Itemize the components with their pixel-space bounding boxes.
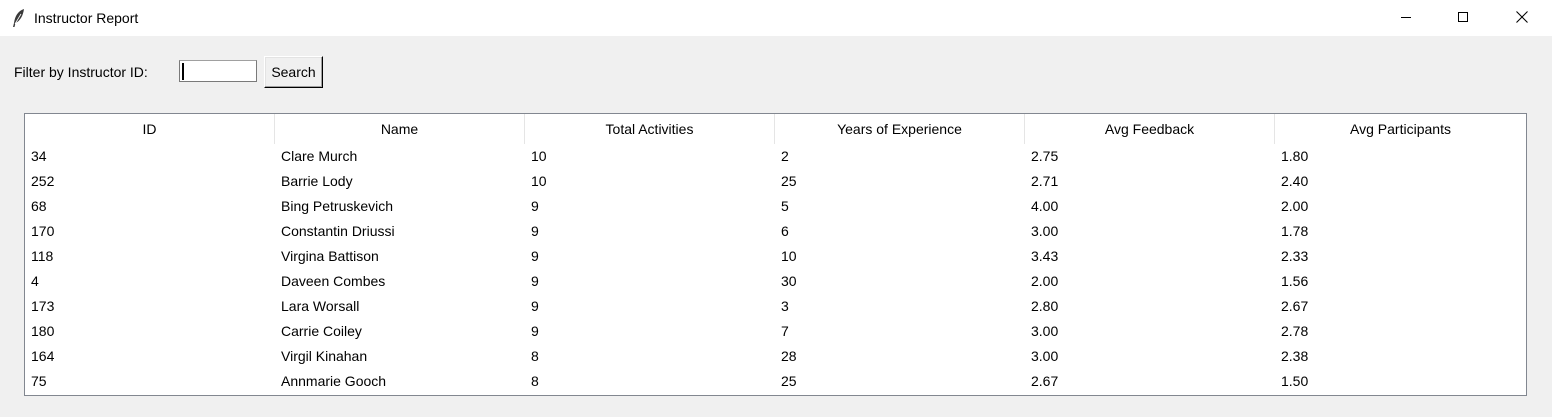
cell-id: 75 [31, 373, 47, 389]
table-row[interactable]: 173 Lara Worsall 9 3 2.80 2.67 [25, 294, 1526, 319]
cell-avg-feedback: 2.71 [1031, 173, 1059, 189]
window-title: Instructor Report [34, 10, 139, 26]
table-row[interactable]: 180 Carrie Coiley 9 7 3.00 2.78 [25, 319, 1526, 344]
cell-avg-feedback: 2.75 [1031, 148, 1059, 164]
minimize-button[interactable] [1383, 0, 1429, 36]
cell-avg-participants: 2.00 [1281, 198, 1309, 214]
cell-id: 68 [31, 198, 47, 214]
cell-avg-feedback: 3.00 [1031, 348, 1059, 364]
cell-years-of-experience: 25 [781, 173, 797, 189]
cell-name: Virgina Battison [281, 248, 379, 264]
table-row[interactable]: 118 Virgina Battison 9 10 3.43 2.33 [25, 244, 1526, 269]
cell-avg-feedback: 3.00 [1031, 323, 1059, 339]
search-button[interactable]: Search [264, 56, 323, 88]
table-row[interactable]: 68 Bing Petruskevich 9 5 4.00 2.00 [25, 194, 1526, 219]
table-body: 34 Clare Murch 10 2 2.75 1.80 252 Barrie… [25, 144, 1526, 394]
minimize-icon [1400, 10, 1412, 26]
cell-name: Barrie Lody [281, 173, 353, 189]
cell-total-activities: 9 [531, 248, 539, 264]
cell-id: 4 [31, 273, 39, 289]
table-row[interactable]: 4 Daveen Combes 9 30 2.00 1.56 [25, 269, 1526, 294]
close-button[interactable] [1499, 0, 1545, 36]
cell-years-of-experience: 10 [781, 248, 797, 264]
cell-avg-participants: 1.56 [1281, 273, 1309, 289]
cell-avg-feedback: 4.00 [1031, 198, 1059, 214]
cell-id: 118 [31, 248, 54, 264]
cell-years-of-experience: 5 [781, 198, 789, 214]
app-window: Instructor Report Filter by Instructor I… [0, 0, 1552, 417]
cell-avg-participants: 2.78 [1281, 323, 1309, 339]
cell-total-activities: 9 [531, 323, 539, 339]
cell-avg-feedback: 3.43 [1031, 248, 1059, 264]
maximize-button[interactable] [1440, 0, 1486, 36]
cell-total-activities: 10 [531, 148, 547, 164]
column-header-id[interactable]: ID [25, 114, 275, 144]
cell-avg-participants: 2.67 [1281, 298, 1309, 314]
cell-total-activities: 9 [531, 223, 539, 239]
maximize-icon [1457, 10, 1469, 26]
filter-label: Filter by Instructor ID: [14, 64, 148, 80]
cell-name: Virgil Kinahan [281, 348, 368, 364]
cell-avg-participants: 1.78 [1281, 223, 1309, 239]
column-header-avg-participants[interactable]: Avg Participants [1275, 114, 1526, 144]
cell-name: Carrie Coiley [281, 323, 362, 339]
table-row[interactable]: 75 Annmarie Gooch 8 25 2.67 1.50 [25, 369, 1526, 394]
title-bar[interactable]: Instructor Report [0, 0, 1552, 36]
instructor-table[interactable]: ID Name Total Activities Years of Experi… [24, 113, 1527, 396]
cell-name: Bing Petruskevich [281, 198, 394, 214]
cell-avg-participants: 2.38 [1281, 348, 1309, 364]
cell-id: 173 [31, 298, 55, 314]
close-icon [1515, 10, 1529, 27]
table-row[interactable]: 170 Constantin Driussi 9 6 3.00 1.78 [25, 219, 1526, 244]
cell-years-of-experience: 3 [781, 298, 789, 314]
cell-total-activities: 8 [531, 373, 539, 389]
cell-avg-participants: 1.50 [1281, 373, 1309, 389]
cell-name: Daveen Combes [281, 273, 386, 289]
cell-years-of-experience: 6 [781, 223, 789, 239]
cell-name: Annmarie Gooch [281, 373, 387, 389]
cell-avg-feedback: 2.00 [1031, 273, 1059, 289]
cell-avg-participants: 2.40 [1281, 173, 1309, 189]
cell-years-of-experience: 25 [781, 373, 797, 389]
cell-years-of-experience: 7 [781, 323, 789, 339]
cell-years-of-experience: 28 [781, 348, 797, 364]
cell-total-activities: 10 [531, 173, 547, 189]
column-header-name[interactable]: Name [275, 114, 525, 144]
cell-avg-feedback: 3.00 [1031, 223, 1059, 239]
cell-name: Constantin Driussi [281, 223, 395, 239]
cell-id: 170 [31, 223, 55, 239]
cell-id: 164 [31, 348, 55, 364]
cell-years-of-experience: 2 [781, 148, 789, 164]
cell-years-of-experience: 30 [781, 273, 797, 289]
instructor-id-input[interactable] [179, 60, 257, 82]
cell-total-activities: 8 [531, 348, 539, 364]
cell-id: 252 [31, 173, 55, 189]
table-row[interactable]: 252 Barrie Lody 10 25 2.71 2.40 [25, 169, 1526, 194]
cell-avg-feedback: 2.67 [1031, 373, 1059, 389]
cell-total-activities: 9 [531, 273, 539, 289]
cell-id: 34 [31, 148, 47, 164]
cell-avg-feedback: 2.80 [1031, 298, 1059, 314]
cell-avg-participants: 2.33 [1281, 248, 1309, 264]
cell-total-activities: 9 [531, 198, 539, 214]
cell-id: 180 [31, 323, 55, 339]
table-row[interactable]: 34 Clare Murch 10 2 2.75 1.80 [25, 144, 1526, 169]
table-header: ID Name Total Activities Years of Experi… [25, 114, 1526, 144]
cell-avg-participants: 1.80 [1281, 148, 1309, 164]
table-row[interactable]: 164 Virgil Kinahan 8 28 3.00 2.38 [25, 344, 1526, 369]
cell-name: Clare Murch [281, 148, 358, 164]
feather-icon [12, 8, 26, 28]
column-header-years-of-experience[interactable]: Years of Experience [775, 114, 1025, 144]
column-header-total-activities[interactable]: Total Activities [525, 114, 775, 144]
cell-name: Lara Worsall [281, 298, 360, 314]
column-header-avg-feedback[interactable]: Avg Feedback [1025, 114, 1275, 144]
cell-total-activities: 9 [531, 298, 539, 314]
